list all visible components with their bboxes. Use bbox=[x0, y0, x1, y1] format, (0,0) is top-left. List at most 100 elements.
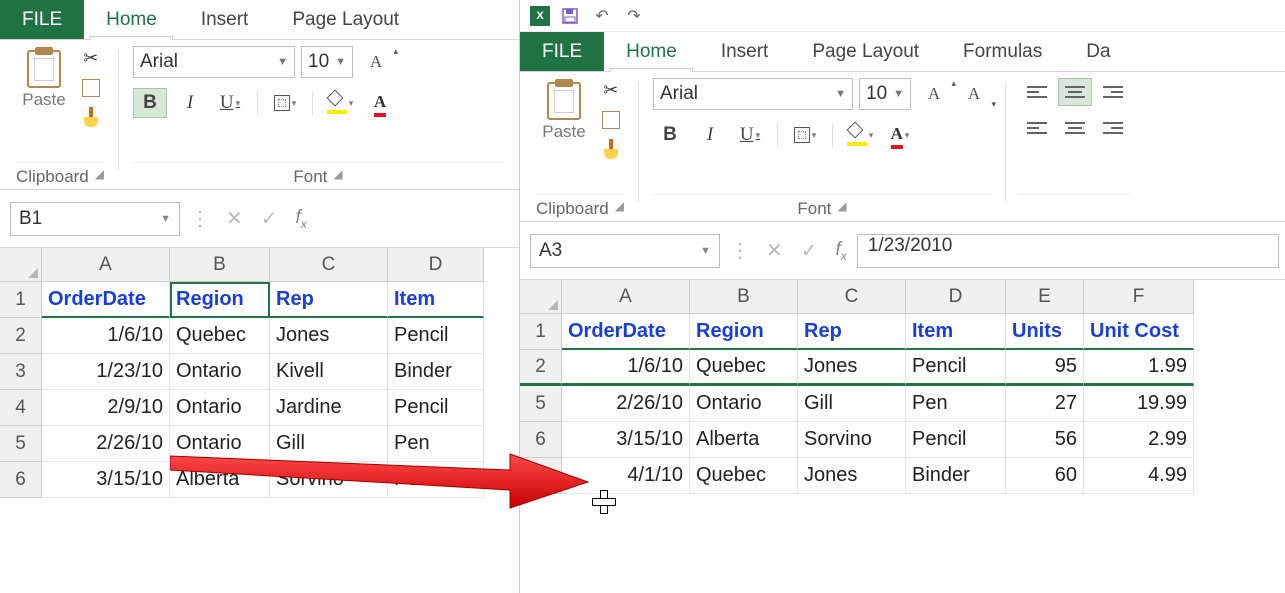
row-header[interactable]: 3 bbox=[0, 354, 42, 390]
cell[interactable]: Gill bbox=[798, 386, 906, 422]
font-size-combo[interactable]: 10▼ bbox=[859, 78, 911, 110]
cell[interactable]: Pen bbox=[906, 386, 1006, 422]
cell[interactable]: Pencil bbox=[906, 422, 1006, 458]
tab-insert[interactable]: Insert bbox=[179, 0, 271, 39]
name-box[interactable]: A3▼ bbox=[530, 234, 720, 268]
cell[interactable]: 3/15/10 bbox=[42, 462, 170, 498]
borders-button[interactable]: ▾ bbox=[268, 88, 302, 118]
cell[interactable]: Ontario bbox=[170, 354, 270, 390]
cell[interactable]: 1/6/10 bbox=[42, 318, 170, 354]
italic-button[interactable]: I bbox=[693, 120, 727, 150]
copy-button[interactable] bbox=[78, 76, 104, 100]
paste-button[interactable]: Paste bbox=[536, 78, 591, 146]
cell[interactable]: Jones bbox=[270, 318, 388, 354]
grow-font-button[interactable]: A bbox=[359, 47, 393, 77]
cell[interactable]: Jardine bbox=[270, 390, 388, 426]
header-cell[interactable]: Item bbox=[906, 314, 1006, 350]
underline-button[interactable]: U▾ bbox=[733, 120, 767, 150]
fill-color-button[interactable]: ▾ bbox=[323, 88, 357, 118]
align-left-button[interactable] bbox=[1020, 114, 1054, 142]
cell[interactable]: Quebec bbox=[690, 350, 798, 386]
cell[interactable]: Kivell bbox=[270, 354, 388, 390]
cell[interactable]: Pencil bbox=[388, 462, 484, 498]
header-cell[interactable]: OrderDate bbox=[562, 314, 690, 350]
font-color-button[interactable]: A bbox=[363, 88, 397, 118]
cell[interactable]: 56 bbox=[1006, 422, 1084, 458]
row-header[interactable]: 1 bbox=[0, 282, 42, 318]
fill-color-button[interactable]: ▾ bbox=[843, 120, 877, 150]
font-size-combo[interactable]: 10▼ bbox=[301, 46, 353, 78]
row-header[interactable]: 2 bbox=[520, 350, 562, 386]
tab-page-layout[interactable]: Page Layout bbox=[270, 0, 421, 39]
font-name-combo[interactable]: Arial▼ bbox=[653, 78, 853, 110]
cell[interactable]: Alberta bbox=[170, 462, 270, 498]
tab-insert[interactable]: Insert bbox=[699, 32, 791, 71]
enter-button[interactable]: ✓ bbox=[261, 206, 278, 231]
cell[interactable]: Jones bbox=[798, 350, 906, 386]
row-header[interactable]: 6 bbox=[520, 422, 562, 458]
cell[interactable]: Gill bbox=[270, 426, 388, 462]
shrink-font-button[interactable]: A bbox=[957, 79, 991, 109]
paste-button[interactable]: Paste bbox=[16, 46, 71, 114]
row-header[interactable]: 5 bbox=[520, 386, 562, 422]
cell[interactable]: Binder bbox=[906, 458, 1006, 494]
cell[interactable]: 1/6/10 bbox=[562, 350, 690, 386]
format-painter-button[interactable] bbox=[598, 138, 624, 162]
spreadsheet-grid[interactable]: ABCDEF1OrderDateRegionRepItemUnitsUnit C… bbox=[520, 280, 1285, 494]
tab-home[interactable]: Home bbox=[84, 0, 179, 39]
column-header[interactable]: B bbox=[170, 248, 270, 282]
cell[interactable]: Pencil bbox=[388, 390, 484, 426]
column-header[interactable]: E bbox=[1006, 280, 1084, 314]
align-center-button[interactable] bbox=[1058, 114, 1092, 142]
fx-icon[interactable]: fx bbox=[836, 239, 847, 263]
italic-button[interactable]: I bbox=[173, 88, 207, 118]
font-color-button[interactable]: A▾ bbox=[883, 120, 917, 150]
tab-data[interactable]: Da bbox=[1064, 32, 1132, 71]
row-header[interactable]: 1 bbox=[520, 314, 562, 350]
cell[interactable]: 2/26/10 bbox=[562, 386, 690, 422]
undo-button[interactable]: ↶ bbox=[590, 4, 614, 28]
align-bottom-button[interactable] bbox=[1096, 78, 1130, 106]
header-cell[interactable]: Rep bbox=[798, 314, 906, 350]
header-cell[interactable]: Units bbox=[1006, 314, 1084, 350]
copy-button[interactable] bbox=[598, 108, 624, 132]
align-right-button[interactable] bbox=[1096, 114, 1130, 142]
row-header[interactable]: 2 bbox=[0, 318, 42, 354]
column-header[interactable]: C bbox=[270, 248, 388, 282]
column-header[interactable]: D bbox=[388, 248, 484, 282]
fx-icon[interactable]: fx bbox=[296, 207, 307, 231]
cell[interactable]: Ontario bbox=[690, 386, 798, 422]
tab-page-layout[interactable]: Page Layout bbox=[790, 32, 941, 71]
column-header[interactable]: C bbox=[798, 280, 906, 314]
cell[interactable]: Jones bbox=[798, 458, 906, 494]
cell[interactable]: Quebec bbox=[170, 318, 270, 354]
clipboard-launcher-icon[interactable]: ◢ bbox=[95, 167, 104, 187]
cell[interactable]: Sorvino bbox=[798, 422, 906, 458]
align-top-button[interactable] bbox=[1020, 78, 1054, 106]
header-cell[interactable]: Item bbox=[388, 282, 484, 318]
column-header[interactable]: A bbox=[562, 280, 690, 314]
row-header[interactable]: 6 bbox=[0, 462, 42, 498]
cell[interactable]: Quebec bbox=[690, 458, 798, 494]
cell[interactable]: 1.99 bbox=[1084, 350, 1194, 386]
spreadsheet-grid[interactable]: ABCD1OrderDateRegionRepItem21/6/10Quebec… bbox=[0, 248, 519, 498]
header-cell[interactable]: Region bbox=[170, 282, 270, 318]
row-header[interactable]: 7 bbox=[520, 458, 562, 494]
header-cell[interactable]: Unit Cost bbox=[1084, 314, 1194, 350]
cell[interactable]: 2/9/10 bbox=[42, 390, 170, 426]
column-header[interactable]: D bbox=[906, 280, 1006, 314]
column-header[interactable]: A bbox=[42, 248, 170, 282]
borders-button[interactable]: ▾ bbox=[788, 120, 822, 150]
cell[interactable]: 4.99 bbox=[1084, 458, 1194, 494]
cell[interactable]: 2.99 bbox=[1084, 422, 1194, 458]
font-launcher-icon[interactable]: ◢ bbox=[333, 167, 342, 187]
cut-button[interactable] bbox=[78, 46, 104, 70]
align-middle-button[interactable] bbox=[1058, 78, 1092, 106]
cell[interactable]: 1/23/10 bbox=[42, 354, 170, 390]
clipboard-launcher-icon[interactable]: ◢ bbox=[615, 199, 624, 219]
name-box[interactable]: B1▼ bbox=[10, 202, 180, 236]
cell[interactable]: 2/26/10 bbox=[42, 426, 170, 462]
cell[interactable]: 95 bbox=[1006, 350, 1084, 386]
cell[interactable]: Pencil bbox=[388, 318, 484, 354]
tab-formulas[interactable]: Formulas bbox=[941, 32, 1064, 71]
